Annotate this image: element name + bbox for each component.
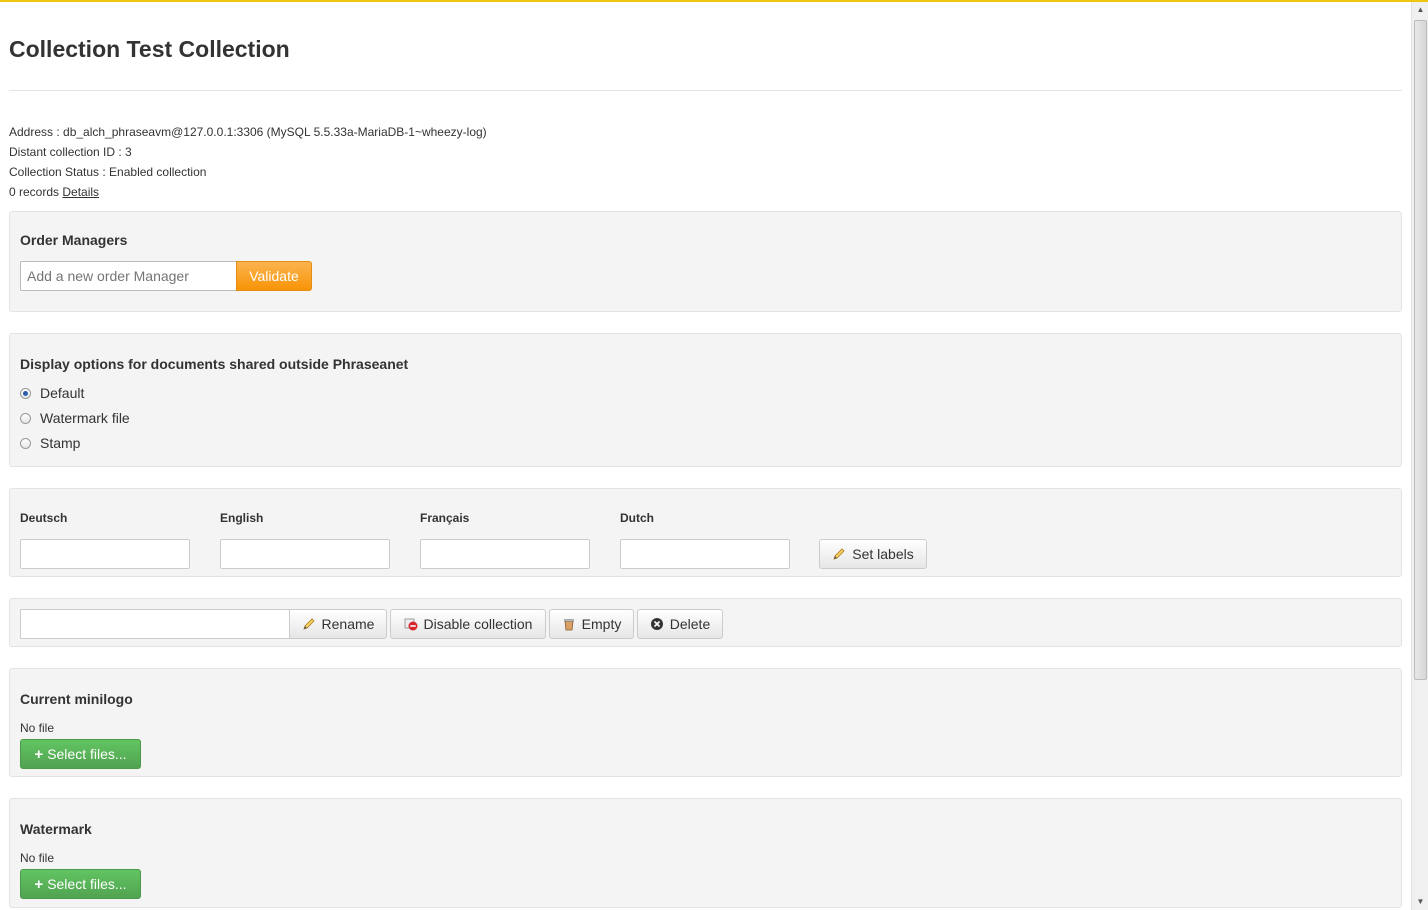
watermark-file-status: No file bbox=[20, 851, 55, 865]
minilogo-select-files-button[interactable]: + Select files... bbox=[20, 739, 141, 769]
scroll-down-arrow-icon[interactable]: ▼ bbox=[1412, 894, 1428, 910]
pencil-icon bbox=[832, 547, 846, 561]
records-count: 0 records bbox=[9, 185, 60, 199]
radio-watermark-label: Watermark file bbox=[40, 410, 130, 426]
empty-label: Empty bbox=[581, 616, 622, 632]
order-managers-heading: Order Managers bbox=[20, 232, 128, 248]
rename-button[interactable]: Rename bbox=[289, 609, 387, 639]
minilogo-panel: Current minilogo No file + Select files.… bbox=[9, 668, 1402, 777]
pencil-icon bbox=[302, 617, 316, 631]
delete-icon bbox=[650, 617, 664, 631]
set-labels-label: Set labels bbox=[852, 546, 914, 562]
radio-default-label: Default bbox=[40, 385, 85, 401]
vertical-scrollbar[interactable]: ▲ ▼ bbox=[1411, 2, 1428, 910]
radio-stamp[interactable] bbox=[20, 437, 31, 449]
watermark-heading: Watermark bbox=[20, 821, 92, 837]
minilogo-heading: Current minilogo bbox=[20, 691, 133, 707]
francais-input[interactable] bbox=[420, 539, 590, 569]
delete-button[interactable]: Delete bbox=[637, 609, 723, 639]
rename-input[interactable] bbox=[20, 609, 290, 639]
details-link[interactable]: Details bbox=[62, 185, 99, 199]
collection-info: Address : db_alch_phraseavm@127.0.0.1:33… bbox=[9, 122, 487, 202]
disable-collection-label: Disable collection bbox=[423, 616, 533, 632]
label-english: English bbox=[220, 511, 264, 525]
display-options-heading: Display options for documents shared out… bbox=[20, 356, 409, 372]
delete-label: Delete bbox=[669, 616, 711, 632]
watermark-select-files-label: Select files... bbox=[47, 876, 127, 892]
order-manager-input[interactable] bbox=[20, 261, 237, 291]
minilogo-file-status: No file bbox=[20, 721, 55, 735]
page-title: Collection Test Collection bbox=[9, 36, 290, 62]
dutch-input[interactable] bbox=[620, 539, 790, 569]
distant-id-text: Distant collection ID : 3 bbox=[9, 145, 132, 159]
radio-watermark[interactable] bbox=[20, 412, 31, 424]
records-line: 0 records Details bbox=[9, 182, 487, 202]
plus-icon: + bbox=[34, 875, 44, 893]
actions-panel: Rename Disable collection Empty Delete bbox=[9, 598, 1402, 647]
bin-icon bbox=[562, 617, 576, 631]
english-input[interactable] bbox=[220, 539, 390, 569]
watermark-select-files-button[interactable]: + Select files... bbox=[20, 869, 141, 899]
radio-option-watermark[interactable]: Watermark file bbox=[20, 410, 130, 426]
radio-default[interactable] bbox=[20, 387, 31, 399]
labels-panel: Deutsch English Français Dutch Set label… bbox=[9, 488, 1402, 577]
display-options-panel: Display options for documents shared out… bbox=[9, 333, 1402, 467]
deutsch-input[interactable] bbox=[20, 539, 190, 569]
label-francais: Français bbox=[420, 511, 470, 525]
radio-option-default[interactable]: Default bbox=[20, 385, 84, 401]
minilogo-select-files-label: Select files... bbox=[47, 746, 127, 762]
watermark-panel: Watermark No file + Select files... bbox=[9, 798, 1402, 908]
status-text: Collection Status : Enabled collection bbox=[9, 165, 207, 179]
top-accent-line bbox=[0, 0, 1428, 2]
order-managers-panel: Order Managers Validate bbox=[9, 211, 1402, 312]
label-deutsch: Deutsch bbox=[20, 511, 68, 525]
empty-button[interactable]: Empty bbox=[549, 609, 634, 639]
validate-button[interactable]: Validate bbox=[236, 261, 312, 291]
disable-collection-button[interactable]: Disable collection bbox=[390, 609, 546, 639]
radio-stamp-label: Stamp bbox=[40, 435, 81, 451]
rename-label: Rename bbox=[321, 616, 375, 632]
scroll-up-arrow-icon[interactable]: ▲ bbox=[1412, 2, 1428, 18]
plus-icon: + bbox=[34, 745, 44, 763]
scroll-thumb[interactable] bbox=[1414, 20, 1427, 680]
label-dutch: Dutch bbox=[620, 511, 654, 525]
radio-option-stamp[interactable]: Stamp bbox=[20, 435, 80, 451]
set-labels-button[interactable]: Set labels bbox=[819, 539, 927, 569]
disable-icon bbox=[404, 617, 418, 631]
title-divider bbox=[9, 90, 1402, 91]
address-text: Address : db_alch_phraseavm@127.0.0.1:33… bbox=[9, 125, 487, 139]
